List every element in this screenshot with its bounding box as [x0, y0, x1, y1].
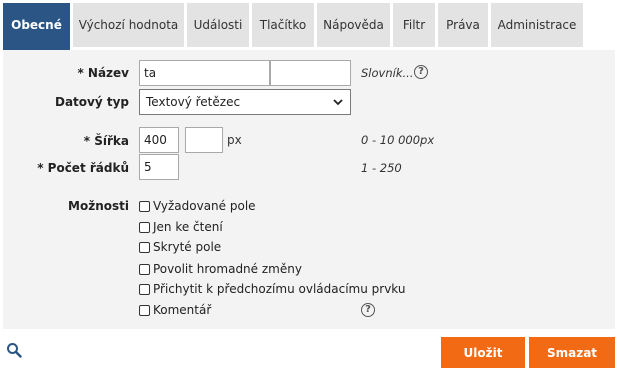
tab-napoveda[interactable]: Nápověda — [317, 3, 390, 47]
option-bulk-edit[interactable]: Povolit hromadné změny — [139, 262, 302, 276]
type-select[interactable]: Textový řetězec — [139, 89, 351, 115]
rows-label: * Počet řádků — [37, 161, 129, 175]
option-required[interactable]: Vyžadované pole — [139, 199, 256, 213]
option-label: Jen ke čtení — [153, 220, 223, 234]
name-label: * Název — [77, 66, 129, 80]
checkbox[interactable] — [139, 200, 150, 212]
option-label: Povolit hromadné změny — [153, 262, 302, 276]
rows-hint: 1 - 250 — [361, 161, 402, 175]
options-label: Možnosti — [68, 199, 129, 213]
rows-input[interactable] — [139, 154, 179, 180]
type-select-value: Textový řetězec — [146, 95, 241, 109]
tab-udalosti[interactable]: Události — [187, 3, 249, 47]
tab-obecne[interactable]: Obecné — [3, 3, 70, 50]
tab-bar: Obecné Výchozí hodnota Události Tlačítko… — [3, 3, 615, 50]
dictionary-link[interactable]: Slovník... — [361, 66, 413, 80]
tab-tlacitko[interactable]: Tlačítko — [252, 3, 314, 47]
name-extra-input[interactable] — [270, 60, 351, 86]
name-input[interactable] — [139, 60, 270, 86]
help-icon[interactable]: ? — [414, 65, 428, 79]
tab-vychozi-hodnota[interactable]: Výchozí hodnota — [73, 3, 184, 47]
option-readonly[interactable]: Jen ke čtení — [139, 220, 223, 234]
checkbox[interactable] — [139, 304, 150, 316]
width-label: * Šířka — [83, 134, 129, 148]
option-label: Komentář — [153, 303, 212, 317]
checkbox[interactable] — [139, 241, 150, 253]
option-label: Vyžadované pole — [153, 199, 256, 213]
checkbox[interactable] — [139, 221, 150, 233]
search-icon[interactable] — [6, 342, 22, 358]
tab-prava[interactable]: Práva — [438, 3, 488, 47]
option-hidden[interactable]: Skryté pole — [139, 240, 221, 254]
option-attach-previous[interactable]: Přichytit k předchozímu ovládacímu prvku — [139, 282, 405, 296]
type-label: Datový typ — [54, 95, 129, 109]
tab-administrace[interactable]: Administrace — [491, 3, 583, 47]
form-panel: * Název Slovník... ? Datový typ Textový … — [3, 50, 615, 329]
option-label: Přichytit k předchozímu ovládacímu prvku — [153, 282, 406, 296]
save-button[interactable]: Uložit — [441, 337, 525, 368]
width-extra-input[interactable] — [185, 127, 223, 153]
comment-help-icon[interactable]: ? — [361, 303, 375, 317]
option-comment[interactable]: Komentář — [139, 303, 211, 317]
option-label: Skryté pole — [153, 240, 222, 254]
checkbox[interactable] — [139, 283, 150, 295]
width-hint: 0 - 10 000px — [361, 133, 435, 147]
tab-filtr[interactable]: Filtr — [393, 3, 435, 47]
checkbox[interactable] — [139, 263, 150, 275]
chevron-down-icon — [333, 99, 343, 106]
width-unit: px — [227, 133, 242, 147]
width-input[interactable] — [139, 127, 179, 153]
delete-button[interactable]: Smazat — [529, 337, 615, 368]
